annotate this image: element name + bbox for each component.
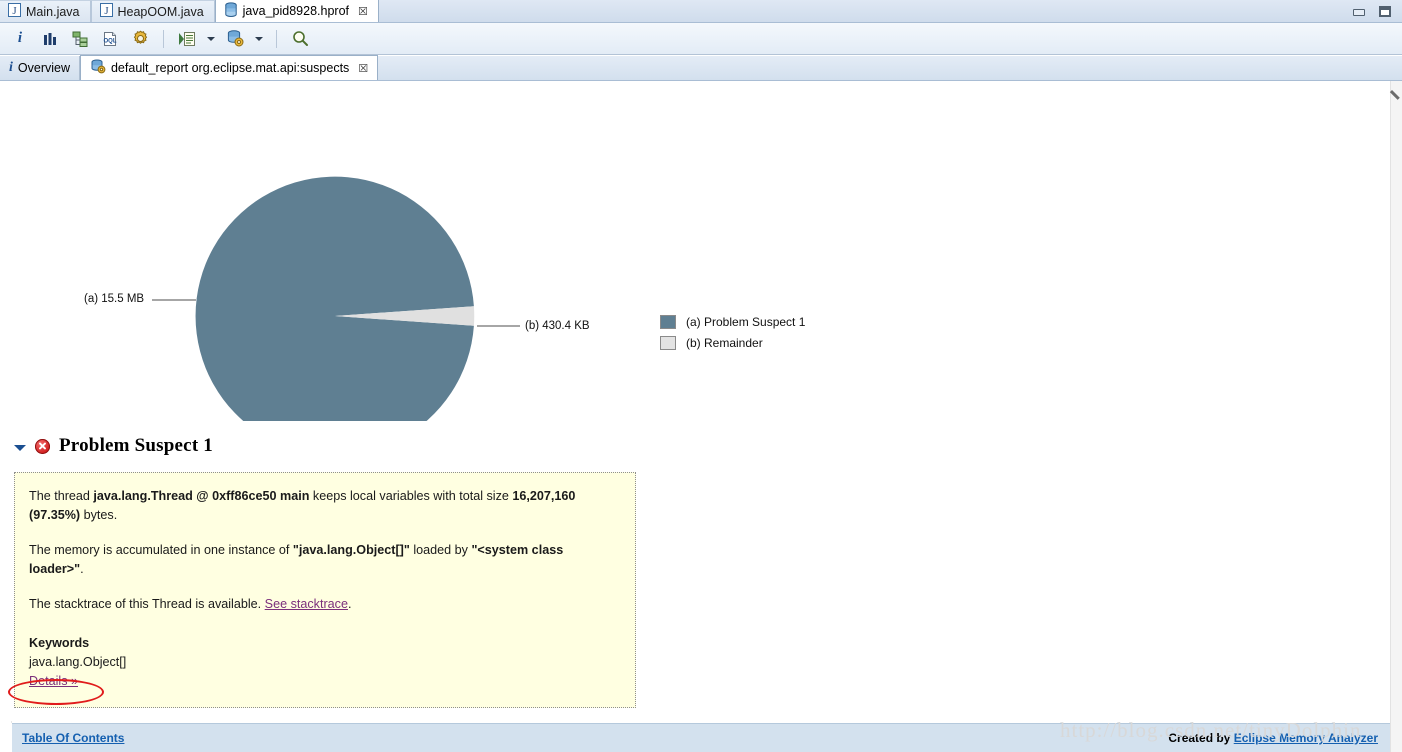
editor-tab-label: HeapOOM.java [117, 4, 204, 19]
annotation-ellipse [8, 679, 104, 705]
keywords-title: Keywords [29, 636, 90, 650]
editor-tab-heapoom-java[interactable]: J HeapOOM.java [90, 0, 215, 22]
suspect-text: The memory is accumulated in one instanc… [29, 543, 293, 557]
eclipse-mat-window: J Main.java J HeapOOM.java java_pid8928.… [0, 0, 1402, 752]
dominator-tree-icon[interactable] [68, 27, 92, 51]
eclipse-memory-analyzer-link[interactable]: Eclipse Memory Analyzer [1234, 731, 1378, 745]
suspect-text: bytes. [80, 508, 118, 522]
heap-dump-icon [224, 2, 238, 20]
suspect-text: . [80, 562, 84, 576]
pie-slice-a [195, 176, 474, 421]
suspect-text: loaded by [409, 543, 472, 557]
pie-label-a: (a) 15.5 MB [84, 293, 145, 305]
editor-tab-bar: J Main.java J HeapOOM.java java_pid8928.… [0, 0, 1402, 23]
heap-dump-dropdown-chevron-down-icon[interactable] [253, 27, 265, 51]
legend-swatch-a [660, 314, 676, 329]
vertical-scrollbar[interactable] [1390, 81, 1402, 752]
close-icon[interactable]: ☒ [358, 5, 368, 18]
gear-icon[interactable] [128, 27, 152, 51]
error-icon [35, 438, 50, 454]
suspect-text: . [347, 597, 352, 611]
heap-dump-icon[interactable] [223, 27, 247, 51]
legend-item: (a) Problem Suspect 1 [660, 311, 805, 332]
suspect-text: keeps local variables with total size [309, 489, 513, 503]
problem-suspect-header[interactable]: Problem Suspect 1 [14, 435, 213, 457]
created-by-prefix: Created by [1168, 731, 1234, 745]
view-tab-label: Overview [17, 61, 70, 75]
search-icon[interactable] [288, 27, 312, 51]
toolbar-separator [163, 29, 164, 48]
suspect-thread-name: java.lang.Thread @ 0xff86ce50 main [93, 489, 310, 503]
report-icon [90, 59, 106, 77]
retained-size-pie-chart: (a) 15.5 MB (b) 430.4 KB Total: 15.9 MB … [0, 81, 1390, 489]
suspect-paragraph-3: The stacktrace of this Thread is availab… [29, 595, 619, 614]
minimize-button[interactable] [1352, 6, 1366, 18]
svg-text:J: J [104, 5, 109, 17]
pie-label-b: (b) 430.4 KB [525, 320, 590, 332]
close-icon[interactable]: ☒ [358, 62, 368, 75]
suspect-paragraph-1: The thread java.lang.Thread @ 0xff86ce50… [29, 487, 619, 525]
created-by-text: Created by Eclipse Memory Analyzer [1168, 731, 1378, 745]
legend-item: (b) Remainder [660, 332, 805, 353]
editor-tab-main-java[interactable]: J Main.java [0, 0, 91, 22]
resize-grip-icon[interactable] [1392, 90, 1401, 99]
svg-text:J: J [12, 5, 17, 17]
maximize-button[interactable] [1378, 5, 1392, 18]
mat-toolbar: i OQL [0, 23, 1402, 55]
suspect-class-name: "java.lang.Object[]" [292, 543, 410, 557]
pie-chart-svg [152, 176, 520, 421]
report-left-gutter-bottom [0, 723, 12, 752]
histogram-icon[interactable] [38, 27, 62, 51]
editor-tab-heap-dump[interactable]: java_pid8928.hprof ☒ [214, 0, 379, 22]
editor-tab-label: java_pid8928.hprof [242, 4, 349, 18]
legend-swatch-b [660, 335, 676, 350]
suspect-text: The stacktrace of this Thread is availab… [29, 597, 265, 611]
tab-overview[interactable]: i Overview [0, 56, 80, 80]
java-file-icon: J [99, 3, 113, 20]
overview-info-icon[interactable]: i [8, 27, 32, 51]
window-controls [1352, 0, 1398, 23]
run-report-dropdown-chevron-down-icon[interactable] [205, 27, 217, 51]
keyword-item: java.lang.Object[] [29, 655, 127, 669]
svg-text:OQL: OQL [104, 38, 117, 44]
see-stacktrace-link[interactable]: See stacktrace [265, 597, 348, 611]
report-footer: Table Of Contents Created by Eclipse Mem… [12, 723, 1390, 752]
triangle-down-icon[interactable] [14, 444, 26, 451]
suspect-paragraph-2: The memory is accumulated in one instanc… [29, 541, 619, 579]
suspect-text: The thread [29, 489, 94, 503]
run-report-icon[interactable] [175, 27, 199, 51]
oql-icon[interactable]: OQL [98, 27, 122, 51]
legend-label-b: (b) Remainder [686, 335, 763, 350]
table-of-contents-link[interactable]: Table Of Contents [22, 731, 124, 745]
problem-suspect-description: The thread java.lang.Thread @ 0xff86ce50… [14, 472, 636, 708]
page-title: Problem Suspect 1 [59, 435, 213, 456]
view-tab-label: default_report org.eclipse.mat.api:suspe… [110, 61, 350, 75]
legend-label-a: (a) Problem Suspect 1 [686, 314, 806, 329]
pie-legend: (a) Problem Suspect 1 (b) Remainder [660, 311, 805, 353]
editor-tab-label: Main.java [26, 4, 80, 19]
java-file-icon: J [8, 3, 21, 20]
tab-default-report-suspects[interactable]: default_report org.eclipse.mat.api:suspe… [79, 55, 379, 80]
view-tab-bar: i Overview default_report org.eclipse.ma… [0, 55, 1402, 81]
toolbar-separator [276, 29, 277, 48]
info-icon: i [9, 60, 13, 75]
